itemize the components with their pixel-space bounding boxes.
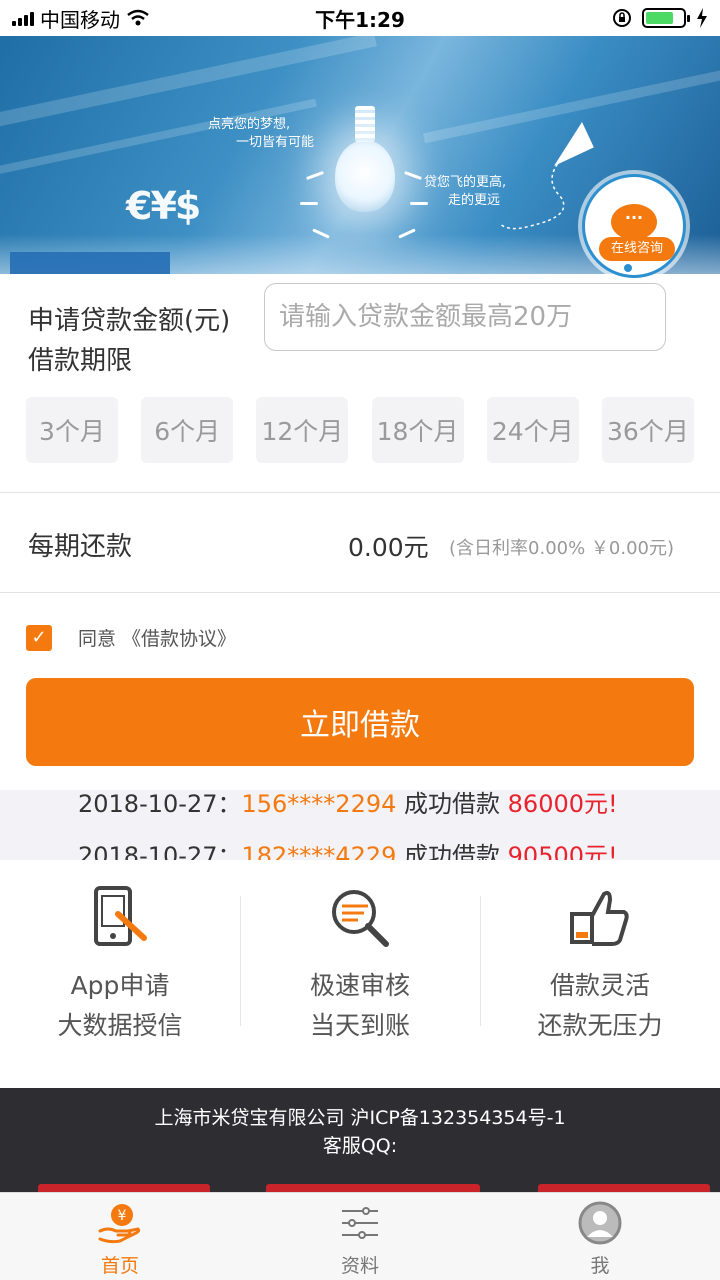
repayment-label: 每期还款: [28, 532, 133, 562]
feature-title: 极速审核: [309, 971, 410, 1000]
tab-profile-data[interactable]: 资料: [240, 1193, 480, 1280]
feature-title: App申请: [70, 971, 170, 1000]
bottom-tab-bar: ¥ 首页 资料 我: [0, 1192, 720, 1280]
tab-label: 我: [590, 1255, 610, 1277]
magnifier-icon: [332, 890, 389, 947]
feature-subtitle: 当天到账: [309, 1011, 410, 1040]
signal-icon: [12, 10, 34, 26]
customer-service-qq: 客服QQ:: [322, 1135, 398, 1157]
wifi-icon: [127, 9, 149, 26]
term-option-6[interactable]: 6个月: [141, 397, 234, 463]
clock: 下午1:29: [315, 7, 405, 32]
thumbs-up-icon: [570, 890, 629, 946]
loan-amount-input[interactable]: [264, 283, 666, 351]
repayment-value: 0.00元: [348, 533, 429, 562]
footer-badge: [538, 1184, 710, 1192]
feature-subtitle: 还款无压力: [537, 1011, 663, 1040]
footer-badge: [266, 1184, 480, 1192]
term-option-36[interactable]: 36个月: [601, 397, 694, 463]
tab-label: 首页: [100, 1255, 139, 1277]
company-info: 上海市米贷宝有限公司 沪ICP备132354354号-1: [154, 1107, 566, 1129]
footer-badge: [38, 1184, 210, 1192]
banner-slogan-left: 点亮您的梦想, 一切皆有可能: [208, 117, 315, 150]
user-avatar-icon: [578, 1201, 622, 1245]
feature-subtitle: 大数据授信: [57, 1011, 183, 1040]
divider: [0, 592, 720, 593]
battery-icon: [642, 8, 690, 28]
banner-slogan-right: 贷您飞的更高, 走的更远: [424, 175, 507, 208]
status-bar: 中国移动 下午1:29: [0, 0, 720, 36]
agreement-link[interactable]: 同意 《借款协议》: [78, 624, 236, 651]
footer: 上海市米贷宝有限公司 沪ICP备132354354号-1 客服QQ:: [0, 1088, 720, 1192]
term-label: 借款期限: [28, 346, 133, 376]
consult-indicator: [624, 264, 632, 272]
feature-flexible: 借款灵活 还款无压力: [480, 862, 720, 1088]
tab-home[interactable]: ¥ 首页: [0, 1193, 240, 1280]
chat-bubble-icon: ···: [611, 204, 657, 246]
term-options: 3个月 6个月 12个月 18个月 24个月 36个月: [26, 397, 694, 463]
loan-ticker: 2018-10-27：156****2294 成功借款 86000元! 2018…: [0, 790, 720, 860]
carrier-name: 中国移动: [40, 7, 120, 32]
borrow-now-button[interactable]: 立即借款: [26, 678, 694, 766]
svg-text:¥: ¥: [118, 1208, 127, 1224]
amount-label: 申请贷款金额(元): [28, 306, 231, 336]
rotation-lock-icon: [613, 9, 631, 27]
tab-label: 资料: [340, 1255, 379, 1277]
home-money-icon: ¥: [98, 1204, 141, 1244]
repayment-note: (含日利率0.00% ￥0.00元): [449, 538, 675, 559]
divider: [0, 492, 720, 493]
online-consult-label: 在线咨询: [599, 237, 675, 261]
list-settings-icon: [342, 1207, 378, 1239]
feature-title: 借款灵活: [549, 971, 650, 1000]
lightbulb-icon: [330, 106, 400, 216]
term-option-18[interactable]: 18个月: [371, 397, 464, 463]
plane-trail: [500, 150, 571, 230]
term-option-12[interactable]: 12个月: [256, 397, 349, 463]
phone-apply-icon: [94, 886, 147, 946]
charging-icon: [697, 8, 707, 28]
currency-symbols: €¥$: [126, 184, 201, 228]
features-section: App申请 大数据授信 极速审核 当天到账 借款灵活 还款无压力: [0, 862, 720, 1088]
ticker-item: 2018-10-27：156****2294 成功借款 86000元!: [78, 790, 618, 818]
agreement-row: ✓ 同意 《借款协议》: [26, 624, 236, 651]
online-consult-button[interactable]: ··· 在线咨询: [582, 174, 686, 278]
tab-me[interactable]: 我: [480, 1193, 720, 1280]
ticker-item: 2018-10-27：182****4229 成功借款 90500元!: [78, 842, 618, 860]
feature-app-apply: App申请 大数据授信: [0, 862, 240, 1088]
term-option-3[interactable]: 3个月: [26, 397, 118, 463]
banner-decoration: [10, 252, 170, 274]
agree-checkbox[interactable]: ✓: [26, 624, 52, 651]
term-option-24[interactable]: 24个月: [486, 397, 579, 463]
feature-fast-review: 极速审核 当天到账: [240, 862, 480, 1088]
